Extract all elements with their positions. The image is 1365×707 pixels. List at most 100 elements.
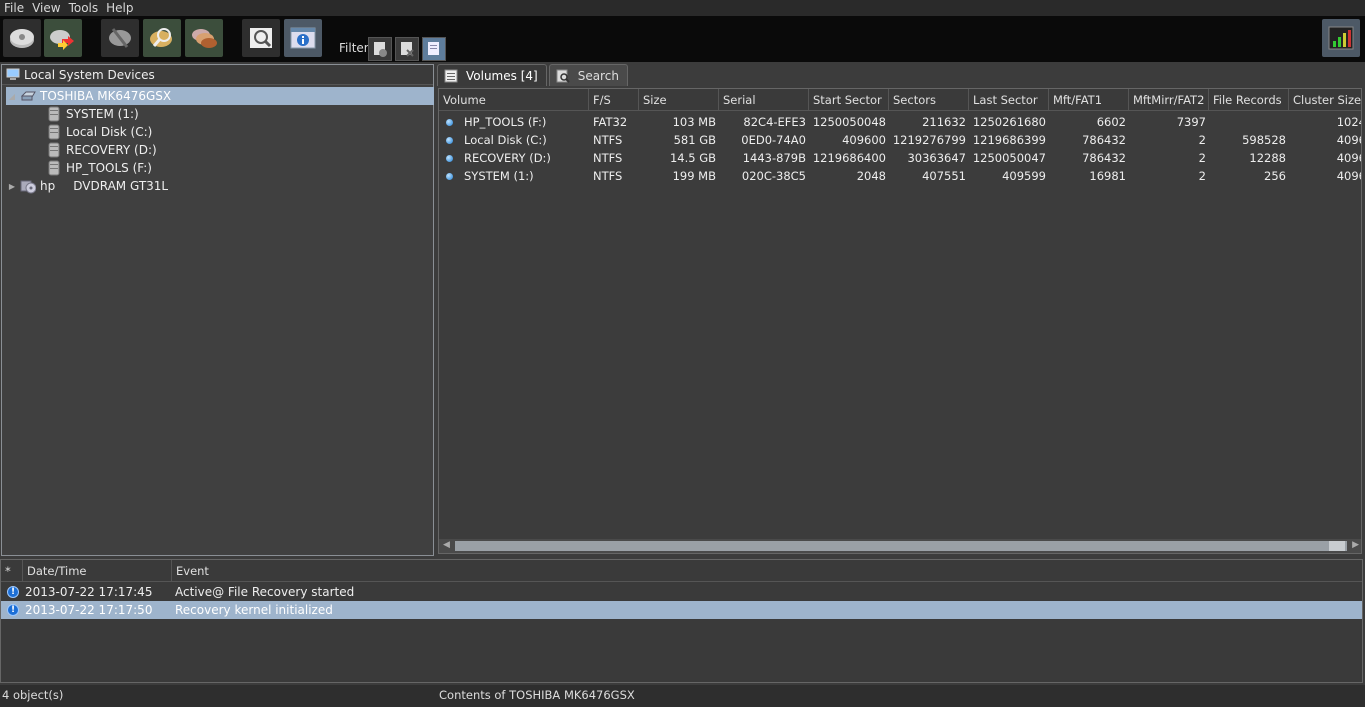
preview-button[interactable]	[242, 19, 280, 57]
filter-deleted-icon	[401, 42, 414, 57]
table-row[interactable]: Local Disk (C:) NTFS 581 GB 0ED0-74A0 40…	[439, 131, 1361, 149]
optical-drive-icon	[20, 178, 36, 194]
column-header-fs[interactable]: F/S	[589, 89, 639, 111]
event-log-panel: * Date/Time Event ! 2013-07-22 17:17:45 …	[0, 559, 1363, 683]
computer-icon	[6, 68, 20, 80]
column-header-volume[interactable]: Volume	[439, 89, 589, 111]
filter-all-button[interactable]	[422, 37, 446, 61]
disk-image-button[interactable]	[185, 19, 223, 57]
statistics-button[interactable]	[1322, 19, 1360, 57]
tree-item-label: hp	[40, 179, 56, 193]
cell-sectors: 1219276799	[892, 133, 966, 147]
open-disk-icon	[50, 30, 74, 50]
scroll-right-icon[interactable]: ▶	[1352, 540, 1359, 550]
scan-disk-icon	[10, 29, 34, 48]
tree-item-local-disk-c[interactable]: Local Disk (C:)	[44, 123, 152, 141]
volume-status-icon	[446, 118, 453, 126]
cell-last-sector: 409599	[1002, 169, 1046, 183]
search-icon	[556, 69, 570, 83]
log-event: Active@ File Recovery started	[175, 585, 355, 599]
table-row[interactable]: RECOVERY (D:) NTFS 14.5 GB 1443-879B 121…	[439, 149, 1361, 167]
tree-item-label: TOSHIBA MK6476GSX	[40, 89, 172, 103]
disk-image-icon	[192, 29, 217, 48]
tab-bar: Volumes [4] Search	[437, 64, 630, 86]
status-contents: Contents of TOSHIBA MK6476GSX	[439, 688, 635, 702]
cell-fs: FAT32	[593, 115, 628, 129]
search-disk-icon	[150, 28, 172, 47]
log-row[interactable]: ! 2013-07-22 17:17:45 Active@ File Recov…	[1, 583, 1362, 601]
horizontal-scrollbar[interactable]: ◀ ▶	[439, 539, 1361, 553]
scroll-left-icon[interactable]: ◀	[443, 540, 450, 550]
expand-icon[interactable]: ▶	[6, 182, 18, 191]
column-header-serial[interactable]: Serial	[719, 89, 809, 111]
column-header-file-records[interactable]: File Records	[1209, 89, 1289, 111]
scrollbar-track[interactable]	[455, 541, 1347, 551]
log-event: Recovery kernel initialized	[175, 603, 333, 617]
unmount-button[interactable]	[101, 19, 139, 57]
tree-item-dvdram[interactable]: ▶ hp DVDRAM GT31L	[6, 177, 168, 195]
tab-volumes[interactable]: Volumes [4]	[437, 64, 547, 86]
cell-last-sector: 1219686399	[972, 133, 1046, 147]
volume-status-icon	[446, 172, 453, 180]
info-icon	[290, 27, 316, 49]
menu-help[interactable]: Help	[106, 1, 133, 15]
column-header-mftmirr-fat2[interactable]: MftMirr/FAT2	[1129, 89, 1209, 111]
cell-size: 103 MB	[672, 115, 716, 129]
app-window: File View Tools Help Filter Local System…	[0, 0, 1365, 707]
cell-start-sector: 1219686400	[812, 151, 886, 165]
scrollbar-thumb[interactable]	[1329, 541, 1345, 551]
cell-volume: HP_TOOLS (F:)	[439, 113, 589, 131]
log-row[interactable]: ! 2013-07-22 17:17:50 Recovery kernel in…	[1, 601, 1362, 619]
toolbar: Filter	[0, 16, 1365, 62]
table-row[interactable]: SYSTEM (1:) NTFS 199 MB 020C-38C5 2048 4…	[439, 167, 1361, 185]
cell-file-records	[1209, 113, 1289, 131]
collapse-icon[interactable]: ◢	[6, 92, 18, 101]
info-button[interactable]	[284, 19, 322, 57]
log-header: * Date/Time Event	[1, 560, 1362, 582]
cell-volume: Local Disk (C:)	[439, 131, 589, 149]
content-panel: Volumes [4] Search Volume F/S Size Seria…	[437, 64, 1363, 556]
tree-item-system[interactable]: SYSTEM (1:)	[44, 105, 139, 123]
cell-sectors: 211632	[922, 115, 966, 129]
filter-existing-button[interactable]	[368, 37, 392, 61]
search-disk-button[interactable]	[143, 19, 181, 57]
preview-icon	[250, 28, 272, 48]
cell-start-sector: 2048	[856, 169, 886, 183]
tree-item-recovery-d[interactable]: RECOVERY (D:)	[44, 141, 157, 159]
cell-volume: RECOVERY (D:)	[439, 149, 589, 167]
menu-file[interactable]: File	[4, 1, 24, 15]
column-header-sectors[interactable]: Sectors	[889, 89, 969, 111]
volume-icon	[46, 160, 62, 176]
table-row[interactable]: HP_TOOLS (F:) FAT32 103 MB 82C4-EFE3 125…	[439, 113, 1361, 131]
cell-size: 581 GB	[673, 133, 716, 147]
tab-search[interactable]: Search	[548, 64, 628, 86]
status-object-count: 4 object(s)	[2, 688, 64, 702]
column-header-start-sector[interactable]: Start Sector	[809, 89, 889, 111]
tab-label: Volumes [4]	[466, 68, 538, 83]
column-header-size[interactable]: Size	[639, 89, 719, 111]
column-header-event[interactable]: Event	[172, 560, 1362, 582]
open-disk-button[interactable]	[44, 19, 82, 57]
menu-bar: File View Tools Help	[0, 0, 1365, 16]
cell-cluster-size: 4096	[1336, 151, 1361, 165]
menu-tools[interactable]: Tools	[69, 1, 99, 15]
cell-serial: 82C4-EFE3	[743, 115, 806, 129]
tree-item-hp-tools-f[interactable]: HP_TOOLS (F:)	[44, 159, 152, 177]
tree-item-label: Local Disk (C:)	[66, 125, 153, 139]
info-icon: !	[7, 586, 19, 598]
column-header-mft-fat1[interactable]: Mft/FAT1	[1049, 89, 1129, 111]
column-header-last-sector[interactable]: Last Sector	[969, 89, 1049, 111]
info-icon: !	[7, 604, 19, 616]
column-header-flag[interactable]: *	[1, 560, 23, 582]
cell-mftmirr-fat2: 2	[1198, 169, 1206, 183]
column-header-cluster-size[interactable]: Cluster Size	[1289, 89, 1361, 111]
filter-deleted-button[interactable]	[395, 37, 419, 61]
cell-mftmirr-fat2: 2	[1198, 133, 1206, 147]
scan-disk-button[interactable]	[3, 19, 41, 57]
column-header-datetime[interactable]: Date/Time	[23, 560, 172, 582]
tree-item-toshiba[interactable]: ◢ TOSHIBA MK6476GSX	[6, 87, 434, 105]
cell-start-sector: 409600	[842, 133, 886, 147]
cell-file-records: 12288	[1249, 151, 1286, 165]
filter-all-icon	[428, 42, 439, 55]
menu-view[interactable]: View	[32, 1, 60, 15]
